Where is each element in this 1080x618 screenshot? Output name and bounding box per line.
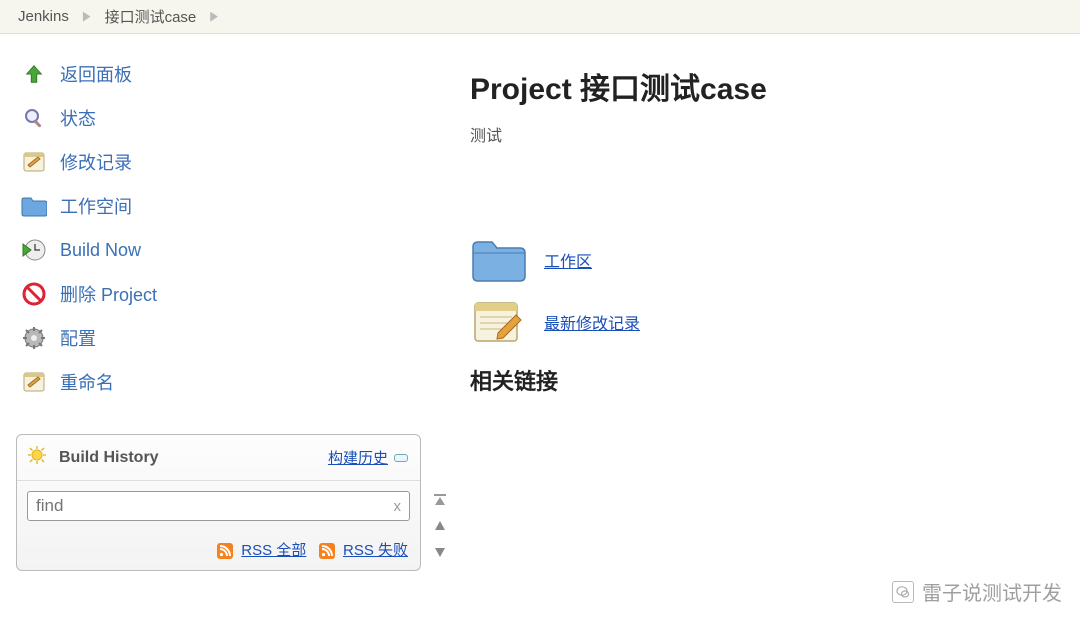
sun-icon bbox=[27, 445, 47, 470]
play-clock-icon bbox=[20, 236, 48, 264]
build-history-panel: Build History 构建历史 x RSS 全部 bbox=[16, 434, 421, 571]
sidebar-item-build-now[interactable]: Build Now bbox=[16, 228, 430, 272]
sidebar-item-label: 重命名 bbox=[60, 369, 114, 395]
scroll-top-button[interactable] bbox=[430, 490, 450, 510]
project-description: 测试 bbox=[470, 122, 1060, 146]
sidebar-item-configure[interactable]: 配置 bbox=[16, 316, 430, 360]
notepad-icon bbox=[20, 368, 48, 396]
chevron-right-icon: ▶ bbox=[210, 9, 218, 23]
sidebar-item-workspace[interactable]: 工作空间 bbox=[16, 184, 430, 228]
breadcrumb-project[interactable]: 接口测试case bbox=[105, 6, 197, 27]
magnifier-icon bbox=[20, 104, 48, 132]
sidebar-item-changes[interactable]: 修改记录 bbox=[16, 140, 430, 184]
wechat-icon bbox=[892, 581, 914, 603]
breadcrumb: Jenkins ▶ 接口测试case ▶ bbox=[0, 0, 1080, 34]
up-arrow-icon bbox=[20, 60, 48, 88]
no-entry-icon bbox=[20, 280, 48, 308]
watermark: 雷子说测试开发 bbox=[892, 577, 1062, 606]
sidebar-item-delete[interactable]: 删除 Project bbox=[16, 272, 430, 316]
sidebar-item-status[interactable]: 状态 bbox=[16, 96, 430, 140]
sidebar-item-label: 修改记录 bbox=[60, 149, 132, 175]
sidebar-item-back[interactable]: 返回面板 bbox=[16, 52, 430, 96]
folder-icon bbox=[470, 236, 526, 284]
rss-row: RSS 全部 RSS 失败 bbox=[17, 531, 420, 570]
sidebar-item-label: 删除 Project bbox=[60, 281, 157, 307]
page-title: Project 接口测试case bbox=[470, 64, 1060, 108]
related-links-heading: 相关链接 bbox=[470, 364, 1060, 396]
changes-block: 最新修改记录 bbox=[470, 298, 1060, 346]
rss-failed-link[interactable]: RSS 失败 bbox=[343, 542, 408, 559]
sidebar: 返回面板 状态 修改记录 工作空间 bbox=[0, 34, 440, 581]
rss-icon bbox=[319, 543, 335, 559]
notepad-icon bbox=[470, 298, 526, 346]
watermark-text: 雷子说测试开发 bbox=[922, 577, 1062, 606]
workspace-link[interactable]: 工作区 bbox=[544, 248, 592, 272]
sidebar-item-label: 返回面板 bbox=[60, 61, 132, 87]
chevron-right-icon: ▶ bbox=[83, 9, 91, 23]
sidebar-item-rename[interactable]: 重命名 bbox=[16, 360, 430, 404]
collapse-icon bbox=[394, 454, 408, 462]
rss-all-link[interactable]: RSS 全部 bbox=[241, 542, 306, 559]
sidebar-item-label: 配置 bbox=[60, 325, 96, 351]
workspace-block: 工作区 bbox=[470, 236, 1060, 284]
scroll-down-button[interactable] bbox=[430, 542, 450, 562]
sidebar-item-label: 状态 bbox=[60, 105, 96, 131]
folder-icon bbox=[20, 192, 48, 220]
gear-icon bbox=[20, 324, 48, 352]
rss-icon bbox=[217, 543, 233, 559]
find-input-wrapper: x bbox=[27, 491, 410, 521]
notepad-icon bbox=[20, 148, 48, 176]
breadcrumb-root[interactable]: Jenkins bbox=[18, 8, 69, 25]
sidebar-item-label: Build Now bbox=[60, 240, 141, 261]
scroll-up-button[interactable] bbox=[430, 516, 450, 536]
clear-search-button[interactable]: x bbox=[394, 498, 402, 515]
recent-changes-link[interactable]: 最新修改记录 bbox=[544, 310, 640, 334]
build-history-title: Build History bbox=[59, 449, 159, 467]
trend-link[interactable]: 构建历史 bbox=[328, 447, 408, 468]
find-input[interactable] bbox=[36, 496, 394, 516]
sidebar-item-label: 工作空间 bbox=[60, 193, 132, 219]
main-content: Project 接口测试case 测试 工作区 最新修改记录 相关链接 bbox=[440, 34, 1080, 581]
